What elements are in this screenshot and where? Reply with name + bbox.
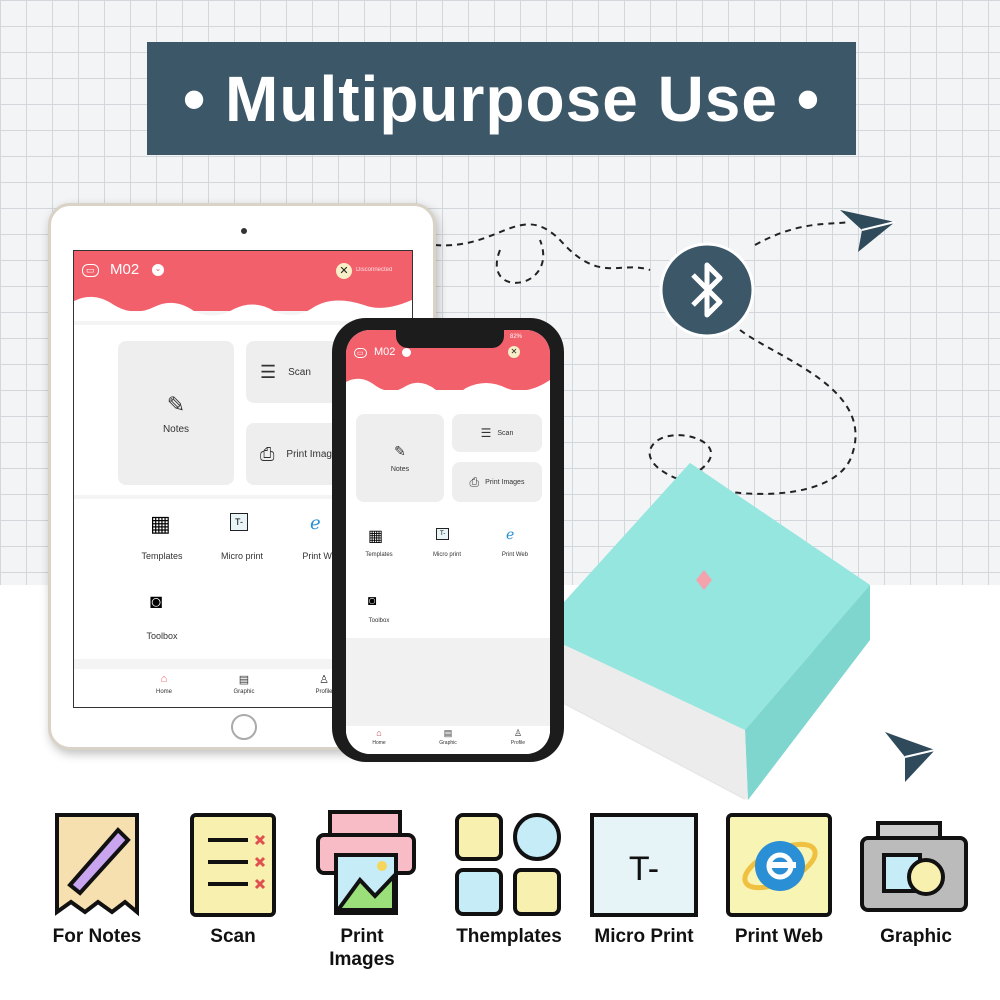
micro-print-glyph: T-	[629, 850, 659, 888]
feature-icons: T-	[55, 810, 968, 917]
feature-label-scan: Scan	[210, 926, 256, 947]
feature-label-micro-print: Micro Print	[594, 926, 694, 947]
graphic-icon	[860, 821, 968, 912]
templates-icon	[455, 813, 561, 916]
feature-label-print-web: Print Web	[734, 926, 824, 947]
feature-label-print-images: Print Images	[329, 926, 395, 970]
feature-label-graphic: Graphic	[880, 926, 952, 947]
feature-label-templates: Themplates	[456, 926, 562, 947]
feature-label-notes: For Notes	[52, 926, 142, 947]
scan-icon	[190, 813, 276, 917]
print-images-icon	[316, 810, 416, 915]
print-web-icon	[726, 813, 832, 917]
notes-icon	[55, 813, 139, 917]
phone-notch	[396, 330, 504, 348]
